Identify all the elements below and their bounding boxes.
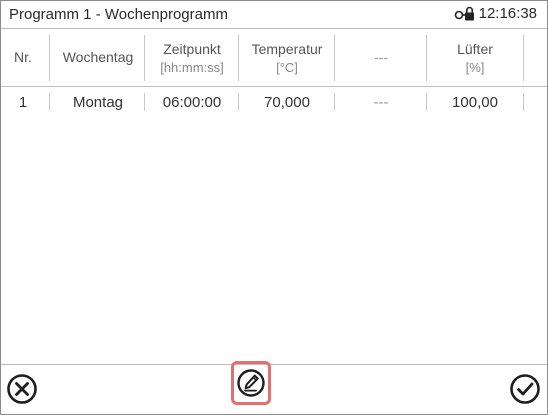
col-header-luefter: Lüfter [%]	[457, 41, 493, 75]
lock-key-icon	[454, 6, 476, 22]
cell-nr: 1	[18, 94, 28, 111]
header-separator	[49, 35, 50, 81]
col-header-zeitpunkt: Zeitpunkt [hh:mm:ss]	[160, 41, 224, 75]
col-header-wochentag: Wochentag	[62, 49, 134, 65]
row-separator	[144, 93, 145, 111]
edit-pencil-icon	[236, 369, 266, 403]
header-separator	[334, 35, 335, 81]
row-separator	[426, 93, 427, 111]
col-header-unused: ---	[374, 49, 388, 65]
row-separator	[49, 93, 50, 111]
col-header-temperatur: Temperatur [°C]	[251, 41, 323, 75]
header-separator	[426, 35, 427, 81]
clock: 12:16:38	[454, 5, 537, 22]
cell-zeitpunkt: 06:00:00	[162, 94, 222, 111]
edit-button[interactable]	[236, 367, 266, 404]
row-separator	[334, 93, 335, 111]
check-circle-icon	[509, 374, 541, 409]
table-row[interactable]: 1 Montag 06:00:00 70,000 --- 100,00	[1, 89, 547, 115]
program-editor-screen: Programm 1 - Wochenprogramm 12:16:38 Nr.…	[0, 0, 548, 415]
header-separator	[144, 35, 145, 81]
cell-temperatur: 70,000	[264, 94, 310, 111]
cell-unused: ---	[373, 94, 389, 111]
close-circle-icon	[6, 374, 38, 409]
header-divider	[1, 86, 547, 87]
row-separator	[238, 93, 239, 111]
cell-luefter: 100,00	[452, 94, 498, 111]
page-title: Programm 1 - Wochenprogramm	[9, 6, 228, 23]
title-bar: Programm 1 - Wochenprogramm 12:16:38	[1, 1, 547, 29]
col-header-nr: Nr.	[14, 49, 32, 65]
cell-wochentag: Montag	[72, 94, 124, 111]
table-header: Nr. Wochentag Zeitpunkt [hh:mm:ss] Tempe…	[1, 29, 547, 85]
header-separator	[523, 35, 524, 81]
confirm-button[interactable]	[509, 373, 541, 410]
footer-divider	[1, 364, 547, 365]
row-separator	[523, 93, 524, 111]
cancel-button[interactable]	[6, 373, 38, 410]
header-separator	[238, 35, 239, 81]
clock-time: 12:16:38	[478, 5, 537, 22]
